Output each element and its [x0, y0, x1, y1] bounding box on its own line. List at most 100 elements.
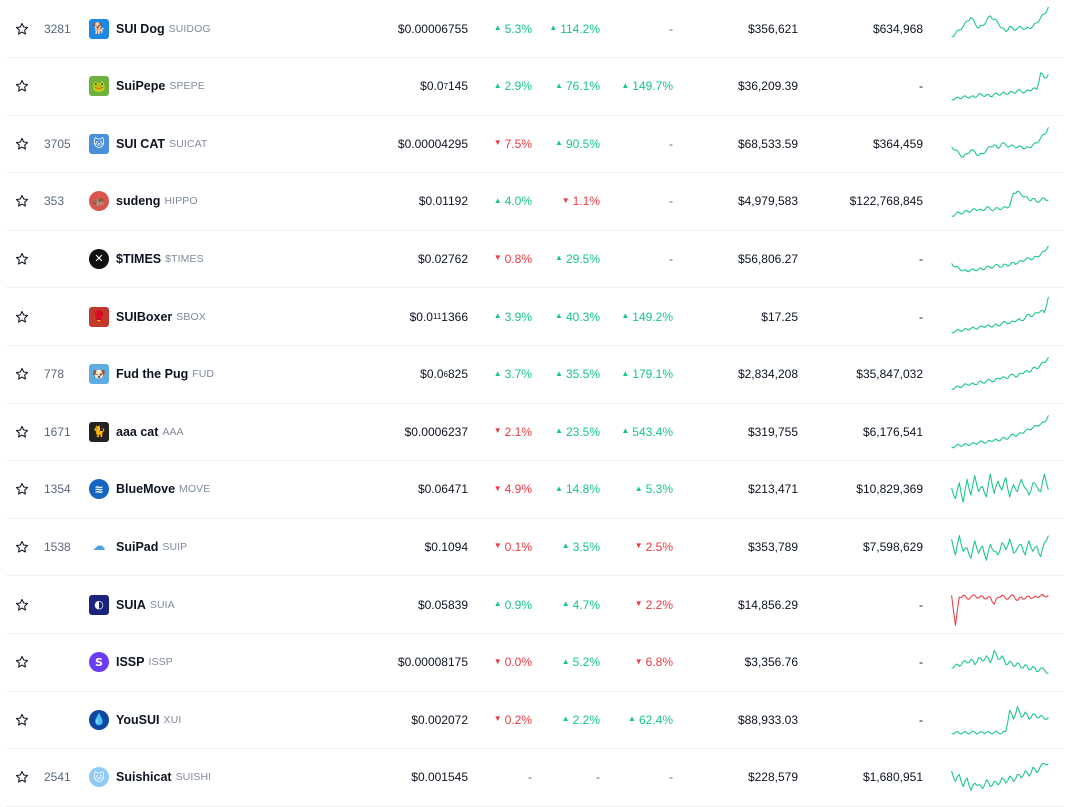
sparkline-chart[interactable] [944, 288, 1056, 345]
watchlist-star-button[interactable] [13, 230, 31, 287]
sparkline-line [951, 473, 1049, 504]
rank-cell: 1538 [44, 539, 71, 554]
watchlist-star-button[interactable] [13, 518, 31, 575]
star-icon [15, 310, 29, 323]
sparkline-chart[interactable] [944, 518, 1056, 575]
volume-cell: $2,834,208 [737, 367, 798, 382]
market-cap-cell: $364,459 [872, 136, 923, 151]
sparkline-line [951, 650, 1049, 675]
sparkline-chart[interactable] [944, 403, 1056, 460]
caret-down-icon: ▼ [493, 541, 502, 551]
coin-name-link[interactable]: ◐ SUIA SUIA [89, 576, 339, 633]
coin-name-link[interactable]: 🦛 sudeng HIPPO [89, 173, 339, 230]
change-24h-cell: ▲ 90.5% [536, 115, 600, 172]
price-cell: $0.05839 [306, 576, 468, 633]
watchlist-star-button[interactable] [13, 173, 31, 230]
table-row[interactable]: 2541 🐱 Suishicat SUISHI $0.001545 - - - … [6, 749, 1064, 807]
sparkline-svg [951, 534, 1049, 561]
coin-name-link[interactable]: ✕ $TIMES $TIMES [89, 230, 339, 287]
change-24h-cell: ▲ 35.5% [536, 346, 600, 403]
sparkline-chart[interactable] [944, 0, 1056, 57]
price-lead: $0.0 [409, 309, 433, 324]
coin-name: SUIA [116, 597, 146, 612]
watchlist-star-button[interactable] [13, 0, 31, 57]
table-row[interactable]: 🥊 SUIBoxer SBOX $0.0 11 1366 ▲ 3.9% ▲ 40.3… [6, 288, 1064, 346]
rank-cell: 3281 [44, 21, 71, 36]
price-value: $0.00004295 [397, 136, 468, 151]
table-row[interactable]: 1671 🐈 aaa cat AAA $0.0006237 ▼ 2.1% ▲ 2… [6, 403, 1064, 462]
change-24h-value: 23.5% [565, 424, 600, 439]
coin-name-link[interactable]: 🥊 SUIBoxer SBOX [89, 288, 339, 345]
sparkline-chart[interactable] [944, 230, 1056, 287]
coin-name-link[interactable]: 🐈 aaa cat AAA [89, 403, 339, 460]
star-icon [15, 137, 29, 150]
watchlist-star-button[interactable] [13, 634, 31, 691]
watchlist-star-button[interactable] [13, 288, 31, 345]
table-row[interactable]: ✕ $TIMES $TIMES $0.02762 ▼ 0.8% ▲ 29.5% … [6, 230, 1064, 289]
sparkline-chart[interactable] [944, 691, 1056, 748]
coin-name-link[interactable]: ☁ SuiPad SUIP [89, 518, 339, 575]
sparkline-chart[interactable] [944, 749, 1056, 806]
coin-name-link[interactable]: S ISSP ISSP [89, 634, 339, 691]
table-row[interactable]: ◐ SUIA SUIA $0.05839 ▲ 0.9% ▲ 4.7% ▼ 2.2… [6, 576, 1064, 634]
table-row[interactable]: 1354 ≋ BlueMove MOVE $0.06471 ▼ 4.9% ▲ 1… [6, 461, 1064, 519]
star-icon [15, 195, 29, 207]
table-row[interactable]: 💧 YouSUI XUI $0.002072 ▼ 0.2% ▲ 2.2% ▲ 6… [6, 691, 1064, 750]
table-row[interactable]: 1538 ☁ SuiPad SUIP $0.1094 ▼ 0.1% ▲ 3.5%… [6, 518, 1064, 577]
table-row[interactable]: 3281 🐕 SUI Dog SUIDOG $0.00006755 ▲ 5.3%… [6, 0, 1064, 58]
table-row[interactable]: 3705 🐱 SUI CAT SUICAT $0.00004295 ▼ 7.5%… [6, 115, 1064, 174]
coin-name: ISSP [116, 655, 145, 670]
change-1h-value: 0.2% [504, 712, 532, 727]
coin-symbol: HIPPO [164, 195, 198, 208]
s-letter-logo-icon: S [89, 652, 109, 673]
change-7d-cell: ▼ 2.5% [606, 518, 673, 575]
table-row[interactable]: 353 🦛 sudeng HIPPO $0.01192 ▲ 4.0% ▼ 1.1… [6, 173, 1064, 231]
coin-name: BlueMove [116, 482, 176, 497]
black-cat-logo-icon: 🐈 [89, 421, 109, 442]
market-cap-cell: $10,829,369 [856, 482, 923, 497]
caret-down-icon: ▼ [493, 138, 502, 148]
sparkline-chart[interactable] [944, 346, 1056, 403]
watchlist-star-button[interactable] [13, 576, 31, 633]
coin-symbol: SUIDOG [168, 22, 211, 35]
watchlist-star-button[interactable] [13, 58, 31, 115]
sparkline-chart[interactable] [944, 115, 1056, 172]
coin-name-link[interactable]: 🐸 SuiPepe SPEPE [89, 58, 339, 115]
sushi-cat-logo-icon: 🐱 [89, 767, 109, 788]
coin-name-link[interactable]: 🐱 SUI CAT SUICAT [89, 115, 339, 172]
volume-cell: $68,533.59 [737, 136, 798, 151]
coin-name-link[interactable]: 💧 YouSUI XUI [89, 691, 339, 748]
watchlist-star-button[interactable] [13, 749, 31, 806]
change-1h-cell: ▲ 4.0% [466, 173, 532, 230]
coin-symbol: $TIMES [165, 252, 204, 265]
watchlist-star-button[interactable] [13, 115, 31, 172]
watchlist-star-button[interactable] [13, 461, 31, 518]
coin-name-link[interactable]: 🐱 Suishicat SUISHI [89, 749, 339, 806]
coin-name-link[interactable]: 🐕 SUI Dog SUIDOG [89, 0, 339, 57]
table-row[interactable]: S ISSP ISSP $0.00008175 ▼ 0.0% ▲ 5.2% ▼ … [6, 634, 1064, 692]
coin-name-link[interactable]: 🐶 Fud the Pug FUD [89, 346, 339, 403]
watchlist-star-button[interactable] [13, 346, 31, 403]
price-cell: $0.0 7 145 [306, 58, 468, 115]
change-7d-cell: - [606, 749, 673, 806]
caret-up-icon: ▲ [493, 80, 502, 90]
table-row[interactable]: 🐸 SuiPepe SPEPE $0.0 7 145 ▲ 2.9% ▲ 76.1% … [6, 58, 1064, 116]
volume-cell: $356,621 [747, 21, 798, 36]
x-circle-logo-icon: ✕ [89, 248, 109, 269]
market-cap-cell: - [919, 79, 923, 94]
watchlist-star-button[interactable] [13, 403, 31, 460]
sparkline-chart[interactable] [944, 58, 1056, 115]
change-1h-cell: ▼ 0.0% [466, 634, 532, 691]
cloud-logo-icon: ☁ [89, 536, 109, 557]
change-1h-value: 3.9% [504, 309, 532, 324]
sparkline-line [951, 414, 1049, 449]
caret-up-icon: ▲ [555, 253, 563, 263]
table-row[interactable]: 778 🐶 Fud the Pug FUD $0.0 6 825 ▲ 3.7% ▲ … [6, 346, 1064, 404]
watchlist-star-button[interactable] [13, 691, 31, 748]
sparkline-chart[interactable] [944, 461, 1056, 518]
market-cap-cell: $7,598,629 [862, 539, 923, 554]
sparkline-chart[interactable] [944, 576, 1056, 633]
sparkline-chart[interactable] [944, 173, 1056, 230]
coin-name-link[interactable]: ≋ BlueMove MOVE [89, 461, 339, 518]
sparkline-chart[interactable] [944, 634, 1056, 691]
